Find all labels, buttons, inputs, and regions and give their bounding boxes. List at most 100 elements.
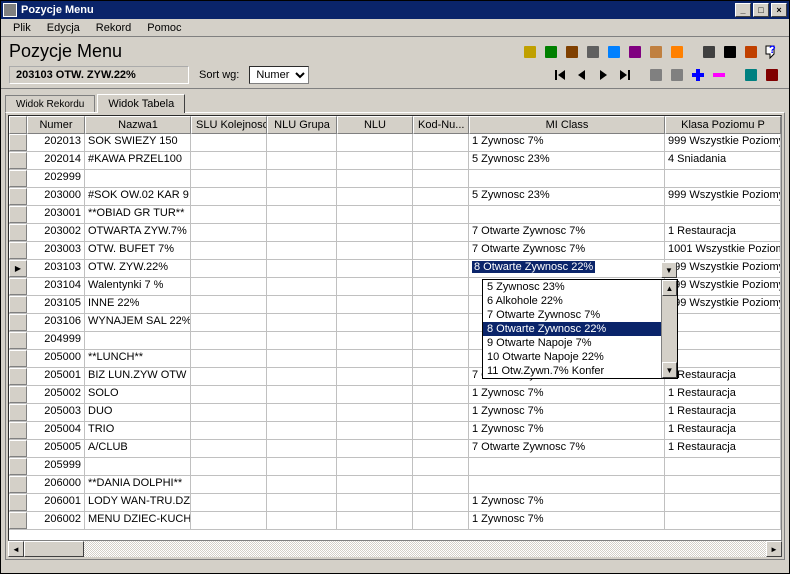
cell[interactable] — [267, 152, 337, 169]
minimize-button[interactable]: _ — [735, 3, 751, 17]
cell[interactable]: 203104 — [27, 278, 85, 295]
cell[interactable] — [191, 296, 267, 313]
table-row[interactable]: 205003DUO1 Zywnosc 7%1 Restauracja — [9, 404, 781, 422]
cell[interactable] — [413, 260, 469, 277]
cell[interactable]: LODY WAN-TRU.DZ — [85, 494, 191, 511]
cell[interactable]: 203103 — [27, 260, 85, 277]
cell[interactable]: OTW. ZYW.22% — [85, 260, 191, 277]
binoculars-icon[interactable] — [721, 43, 739, 61]
maximize-button[interactable]: □ — [753, 3, 769, 17]
cell[interactable]: 1 Restauracja — [665, 386, 781, 403]
next-icon[interactable] — [594, 66, 612, 84]
dropdown-item[interactable]: 6 Alkohole 22% — [483, 294, 661, 308]
cell[interactable] — [191, 224, 267, 241]
cell[interactable] — [337, 368, 413, 385]
cell[interactable] — [85, 332, 191, 349]
cell[interactable] — [337, 404, 413, 421]
cell[interactable] — [337, 224, 413, 241]
close-button[interactable]: × — [771, 3, 787, 17]
menu-pomoc[interactable]: Pomoc — [139, 20, 189, 36]
row-header[interactable] — [9, 458, 27, 475]
cell[interactable]: 206002 — [27, 512, 85, 529]
cell[interactable]: 205001 — [27, 368, 85, 385]
cell[interactable] — [267, 224, 337, 241]
cell[interactable] — [413, 476, 469, 493]
cell[interactable] — [665, 170, 781, 187]
cell[interactable] — [469, 458, 665, 475]
cell[interactable]: A/CLUB — [85, 440, 191, 457]
cell[interactable] — [413, 278, 469, 295]
cell[interactable] — [191, 278, 267, 295]
cell[interactable] — [191, 458, 267, 475]
dropdown-scrollbar[interactable]: ▲ ▼ — [661, 280, 677, 378]
row-header[interactable] — [9, 296, 27, 313]
tab-widok-tabela[interactable]: Widok Tabela — [97, 94, 185, 113]
col-nlu[interactable]: NLU — [337, 116, 413, 134]
cell[interactable] — [413, 350, 469, 367]
col-nazwa1[interactable]: Nazwa1 — [85, 116, 191, 134]
cell[interactable]: 203002 — [27, 224, 85, 241]
cell[interactable]: 1 Zywnosc 7% — [469, 404, 665, 421]
cell[interactable] — [665, 512, 781, 529]
cell[interactable] — [469, 476, 665, 493]
edit-icon[interactable] — [647, 66, 665, 84]
cell[interactable]: 203106 — [27, 314, 85, 331]
plus-icon[interactable] — [689, 66, 707, 84]
cell[interactable] — [337, 170, 413, 187]
cell[interactable] — [267, 314, 337, 331]
cell[interactable] — [191, 260, 267, 277]
row-header[interactable] — [9, 170, 27, 187]
cell[interactable]: 206001 — [27, 494, 85, 511]
table-row[interactable]: 202999 — [9, 170, 781, 188]
cell[interactable] — [267, 170, 337, 187]
cell[interactable] — [413, 332, 469, 349]
cell[interactable] — [337, 350, 413, 367]
cell[interactable] — [665, 206, 781, 223]
cell[interactable]: SOK SWIEZY 150 — [85, 134, 191, 151]
table-row[interactable]: 202013SOK SWIEZY 1501 Zywnosc 7%999 Wszy… — [9, 134, 781, 152]
cell[interactable] — [267, 476, 337, 493]
cell[interactable]: 999 Wszystkie Poziomy — [665, 296, 781, 313]
cell[interactable]: 1 Restauracja — [665, 368, 781, 385]
cell[interactable] — [337, 314, 413, 331]
cell[interactable]: 202014 — [27, 152, 85, 169]
cell[interactable]: 999 Wszystkie Poziomy — [665, 188, 781, 205]
col-slu[interactable]: SLU Kolejnosc — [191, 116, 267, 134]
row-header[interactable] — [9, 404, 27, 421]
paste-icon[interactable] — [563, 43, 581, 61]
cell[interactable] — [267, 242, 337, 259]
cell[interactable]: OTWARTA ZYW.7% — [85, 224, 191, 241]
cell[interactable]: **OBIAD GR TUR** — [85, 206, 191, 223]
cell[interactable] — [267, 350, 337, 367]
menu-plik[interactable]: Plik — [5, 20, 39, 36]
cell[interactable] — [413, 242, 469, 259]
scroll-down-icon[interactable]: ▼ — [662, 362, 677, 378]
cell[interactable]: 203003 — [27, 242, 85, 259]
cell[interactable] — [267, 260, 337, 277]
exit-icon[interactable] — [763, 66, 781, 84]
row-header[interactable] — [9, 152, 27, 169]
print-icon[interactable] — [700, 43, 718, 61]
cell[interactable] — [191, 422, 267, 439]
row-header[interactable] — [9, 422, 27, 439]
cell[interactable] — [469, 170, 665, 187]
sort-icon[interactable] — [668, 43, 686, 61]
cell[interactable]: #KAWA PRZEL100 — [85, 152, 191, 169]
scrollbar-thumb[interactable] — [24, 541, 84, 557]
cell[interactable] — [337, 242, 413, 259]
cell[interactable] — [413, 296, 469, 313]
cell[interactable]: 202999 — [27, 170, 85, 187]
cell[interactable]: 999 Wszystkie Poziomy — [665, 134, 781, 151]
col-mi-class[interactable]: MI Class — [469, 116, 665, 134]
cell[interactable]: 8 Otwarte Zywnosc 22% — [469, 260, 665, 277]
col-kod[interactable]: Kod-Nu... — [413, 116, 469, 134]
cell[interactable] — [665, 350, 781, 367]
cell[interactable]: 1001 Wszystkie Poziom — [665, 242, 781, 259]
cell[interactable] — [267, 494, 337, 511]
cell[interactable] — [191, 512, 267, 529]
cell[interactable]: 7 Otwarte Zywnosc 7% — [469, 242, 665, 259]
grid-corner[interactable] — [9, 116, 27, 134]
table-row[interactable]: 203002OTWARTA ZYW.7%7 Otwarte Zywnosc 7%… — [9, 224, 781, 242]
dropdown-item[interactable]: 11 Otw.Zywn.7% Konfer — [483, 364, 661, 378]
cell[interactable] — [191, 332, 267, 349]
